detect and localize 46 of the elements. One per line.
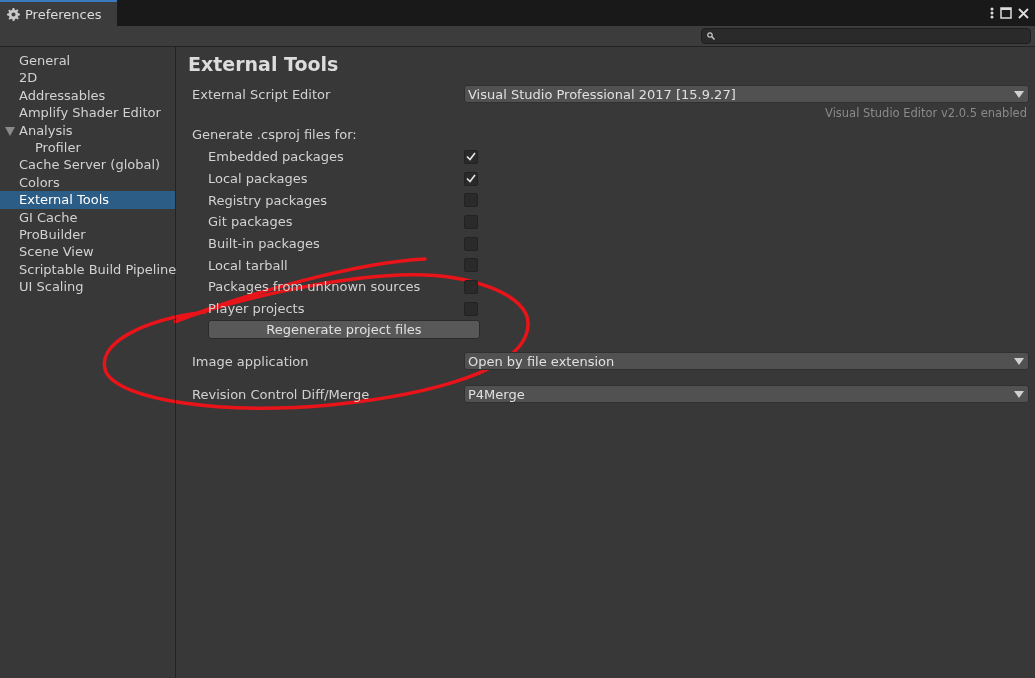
checkbox[interactable] xyxy=(464,149,478,164)
dropdown[interactable]: Open by file extension xyxy=(464,352,1029,370)
search-icon xyxy=(707,32,715,40)
field-label: Image application xyxy=(192,353,310,369)
field-label: Revision Control Diff/Merge xyxy=(192,386,371,402)
sidebar-item[interactable]: UI Scaling xyxy=(0,278,175,296)
sidebar-item[interactable]: Scriptable Build Pipeline xyxy=(0,260,175,279)
sidebar-item[interactable]: ProBuilder xyxy=(0,225,175,244)
sidebar-item[interactable]: Scene View xyxy=(0,243,175,261)
checkbox-label: Embedded packages xyxy=(208,149,345,165)
status-note: Visual Studio Editor v2.0.5 enabled xyxy=(824,105,1028,122)
field-label: External Script Editor xyxy=(192,86,332,102)
sidebar-item[interactable]: GI Cache xyxy=(0,208,175,226)
checkbox-label: Built-in packages xyxy=(208,236,321,252)
search-field[interactable] xyxy=(701,28,1031,44)
section-label: Generate .csproj files for: xyxy=(191,126,358,144)
expand-triangle-icon[interactable] xyxy=(5,126,15,136)
caret-icon xyxy=(1014,357,1024,365)
sidebar-item[interactable]: Profiler xyxy=(0,138,175,157)
window-tab[interactable]: Preferences xyxy=(0,0,117,26)
settings-icon xyxy=(7,7,20,21)
window-title: Preferences xyxy=(25,6,102,22)
more-options-icon[interactable] xyxy=(990,7,994,19)
sidebar-item[interactable]: 2D xyxy=(0,69,175,87)
checkbox-label: Local packages xyxy=(208,171,309,187)
sidebar-item[interactable]: Cache Server (global) xyxy=(0,156,175,174)
sidebar-item[interactable]: Colors xyxy=(0,173,175,192)
caret-icon xyxy=(1014,90,1024,98)
sidebar-item[interactable]: Addressables xyxy=(0,86,175,105)
maximize-icon[interactable] xyxy=(1000,7,1012,19)
sidebar-item[interactable]: General xyxy=(0,52,175,70)
checkbox-label: Registry packages xyxy=(208,192,328,208)
regenerate-button[interactable]: Regenerate project files xyxy=(208,319,480,339)
checkbox-label: Git packages xyxy=(208,214,294,230)
checkbox[interactable] xyxy=(464,171,478,186)
dropdown[interactable]: Visual Studio Professional 2017 [15.9.27] xyxy=(464,85,1029,103)
sidebar-item[interactable]: Amplify Shader Editor xyxy=(0,104,175,122)
caret-icon xyxy=(1014,390,1024,398)
page-title: External Tools xyxy=(188,52,340,77)
checkbox-label: Local tarball xyxy=(208,257,289,273)
close-icon[interactable] xyxy=(1018,7,1029,19)
checkbox-label: Player projects xyxy=(208,301,306,317)
sidebar-item[interactable]: Analysis xyxy=(0,121,175,139)
sidebar-item[interactable]: External Tools xyxy=(0,191,175,209)
checkbox[interactable] xyxy=(464,279,478,294)
dropdown[interactable]: P4Merge xyxy=(464,385,1029,403)
